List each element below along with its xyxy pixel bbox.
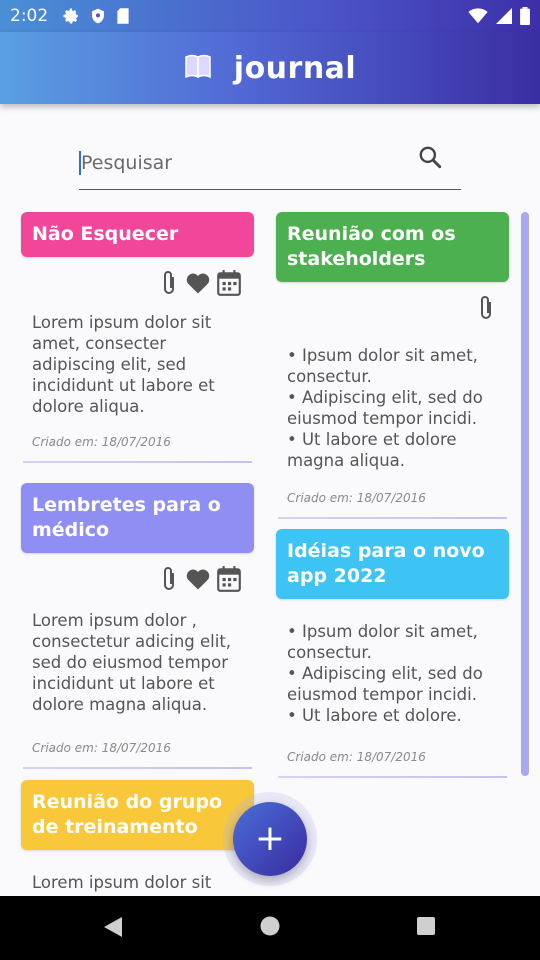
note-title: Não Esquecer	[21, 212, 254, 257]
paperclip-icon[interactable]	[158, 269, 180, 302]
note-actions	[276, 294, 509, 327]
paperclip-icon[interactable]	[475, 294, 497, 327]
add-note-button[interactable]: +	[233, 802, 307, 876]
book-icon	[184, 53, 212, 84]
status-left-icons	[62, 7, 130, 25]
note-date: Criado em: 18/07/2016	[32, 435, 171, 449]
heart-icon[interactable]	[184, 269, 212, 302]
note-body: Lorem ipsum dolor sit	[32, 873, 212, 892]
note-body: • Ipsum dolor sit amet, consectur. • Adi…	[287, 346, 483, 470]
note-title: Reunião do grupo de treinamento	[21, 780, 254, 850]
note-card[interactable]: Reunião com os stakeholders • Ipsum dolo…	[276, 212, 509, 519]
app-bar: journal	[0, 32, 540, 104]
note-card[interactable]: Não Esquecer Lorem ipsum dolor sit amet,…	[21, 212, 254, 463]
note-date: Criado em: 18/07/2016	[32, 741, 171, 755]
note-divider	[23, 767, 252, 769]
search-icon[interactable]	[417, 144, 443, 175]
note-divider	[23, 461, 252, 463]
status-right-icons	[468, 7, 530, 25]
note-title: Idéias para o novo app 2022	[276, 529, 509, 599]
note-divider	[278, 517, 507, 519]
heart-icon[interactable]	[184, 565, 212, 598]
note-title: Reunião com os stakeholders	[276, 212, 509, 282]
shield-icon	[90, 7, 106, 25]
battery-icon	[520, 7, 530, 25]
note-actions	[21, 565, 254, 598]
note-body: • Ipsum dolor sit amet, consectur. • Adi…	[287, 622, 483, 725]
recents-icon[interactable]	[416, 916, 436, 941]
back-icon[interactable]	[102, 916, 124, 943]
signal-icon	[496, 8, 512, 24]
note-card[interactable]: Idéias para o novo app 2022 • Ipsum dolo…	[276, 529, 509, 778]
note-date: Criado em: 18/07/2016	[287, 750, 426, 764]
calendar-icon[interactable]	[216, 565, 242, 598]
status-time: 2:02	[10, 6, 49, 26]
scrollbar[interactable]	[521, 212, 529, 776]
gear-icon	[62, 7, 80, 25]
note-date: Criado em: 18/07/2016	[287, 491, 426, 505]
note-body: Lorem ipsum dolor sit amet, consecter ad…	[32, 313, 215, 416]
home-icon[interactable]	[260, 916, 280, 941]
note-actions	[21, 269, 254, 302]
note-title: Lembretes para o médico	[21, 483, 254, 553]
note-divider	[278, 776, 507, 778]
note-body: Lorem ipsum dolor , consectetur adicing …	[32, 611, 232, 714]
note-card[interactable]: Lembretes para o médico Lorem ipsum dolo…	[21, 483, 254, 769]
wifi-icon	[468, 8, 488, 24]
sd-card-icon	[116, 7, 130, 25]
navigation-bar	[0, 896, 540, 960]
app-title: journal	[233, 50, 357, 86]
paperclip-icon[interactable]	[158, 565, 180, 598]
search-bar	[79, 136, 461, 190]
calendar-icon[interactable]	[216, 269, 242, 302]
note-card[interactable]: Reunião do grupo de treinamento Lorem ip…	[21, 780, 254, 893]
status-bar: 2:02	[0, 0, 540, 32]
search-input[interactable]	[79, 150, 461, 175]
